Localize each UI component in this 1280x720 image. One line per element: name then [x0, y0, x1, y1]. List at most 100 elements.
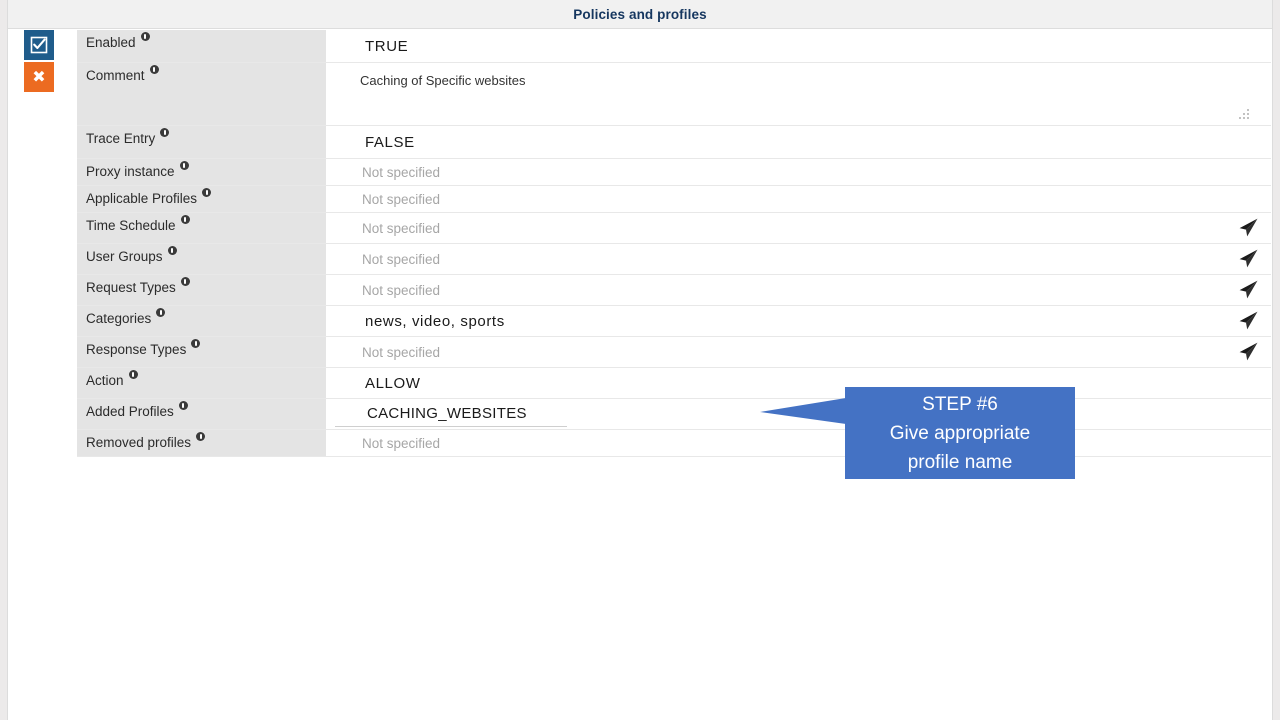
column-gap: [326, 159, 335, 185]
comment-textarea[interactable]: [335, 63, 1271, 125]
field-row-proxy-instance: Proxy instance Not specified: [77, 159, 1271, 186]
info-icon[interactable]: [128, 370, 138, 379]
column-gap: [326, 399, 335, 429]
field-label: User Groups: [86, 249, 163, 264]
send-icon[interactable]: [1237, 341, 1259, 363]
field-value-cell[interactable]: FALSE: [335, 126, 1271, 158]
column-gap: [326, 213, 335, 243]
column-gap: [326, 337, 335, 367]
field-label-cell: Trace Entry: [77, 126, 326, 158]
column-gap: [326, 63, 335, 125]
info-icon[interactable]: [196, 432, 206, 441]
field-value-request-types: Not specified: [362, 282, 441, 298]
field-label: Applicable Profiles: [86, 191, 198, 206]
info-icon[interactable]: [160, 128, 170, 137]
enable-policy-button[interactable]: [24, 30, 54, 60]
info-icon[interactable]: [191, 339, 201, 348]
info-icon[interactable]: [180, 215, 190, 224]
column-gap: [326, 275, 335, 305]
column-gap: [326, 126, 335, 158]
delete-policy-button[interactable]: ✖: [24, 62, 54, 92]
column-gap: [326, 368, 335, 398]
send-icon[interactable]: [1237, 248, 1259, 270]
page-title: Policies and profiles: [573, 6, 707, 22]
field-row-action: Action ALLOW: [77, 368, 1271, 399]
send-icon[interactable]: [1237, 217, 1259, 239]
policy-field-rows: Enabled TRUE Comment Caching of Specific…: [77, 30, 1271, 457]
info-icon[interactable]: [179, 161, 189, 170]
callout-line-2: Give appropriate: [889, 422, 1031, 444]
field-label: Added Profiles: [86, 404, 174, 419]
field-value-cell[interactable]: Not specified: [335, 430, 1271, 456]
column-gap: [326, 186, 335, 212]
column-gap: [326, 430, 335, 456]
field-value-cell[interactable]: Not specified: [335, 159, 1271, 185]
callout-line-3: profile name: [907, 451, 1013, 473]
column-gap: [326, 244, 335, 274]
window-right-edge: [1272, 0, 1280, 720]
field-value-cell[interactable]: Not specified: [335, 186, 1271, 212]
checkbox-checked-icon: [30, 36, 48, 54]
info-icon[interactable]: [202, 188, 212, 197]
field-label-cell: User Groups: [77, 244, 326, 274]
field-row-comment: Comment: [77, 63, 1271, 126]
field-label: Time Schedule: [86, 218, 176, 233]
field-value-categories: news, video, sports: [365, 312, 505, 330]
field-value-cell[interactable]: Not specified: [335, 244, 1271, 274]
field-value-response-types: Not specified: [362, 344, 441, 360]
field-value-proxy-instance: Not specified: [362, 164, 441, 180]
field-value-action: ALLOW: [365, 374, 421, 392]
field-label-cell: Removed profiles: [77, 430, 326, 456]
policy-form: ✖ Enabled TRUE Comment Caching of Specif…: [9, 30, 1271, 720]
field-row-user-groups: User Groups Not specified: [77, 244, 1271, 275]
info-icon[interactable]: [140, 32, 150, 41]
field-row-trace-entry: Trace Entry FALSE: [77, 126, 1271, 159]
field-label-cell: Applicable Profiles: [77, 186, 326, 212]
info-icon[interactable]: [180, 277, 190, 286]
column-gap: [326, 30, 335, 62]
field-label: Request Types: [86, 280, 176, 295]
field-label: Enabled: [86, 35, 136, 50]
field-row-applicable-profiles: Applicable Profiles Not specified: [77, 186, 1271, 213]
send-icon[interactable]: [1237, 279, 1259, 301]
field-label: Trace Entry: [86, 131, 156, 146]
field-label: Removed profiles: [86, 435, 192, 450]
send-icon[interactable]: [1237, 310, 1259, 332]
added-profiles-input[interactable]: [335, 401, 567, 427]
field-value-trace-entry: FALSE: [365, 133, 415, 151]
field-label: Action: [86, 373, 124, 388]
field-label-cell: Response Types: [77, 337, 326, 367]
window-titlebar: Policies and profiles: [8, 0, 1272, 29]
info-icon[interactable]: [167, 246, 177, 255]
field-row-time-schedule: Time Schedule Not specified: [77, 213, 1271, 244]
field-label-cell: Time Schedule: [77, 213, 326, 243]
field-label-cell: Comment: [77, 63, 326, 125]
field-row-enabled: Enabled TRUE: [77, 30, 1271, 63]
field-label: Proxy instance: [86, 164, 175, 179]
field-label-cell: Added Profiles: [77, 399, 326, 429]
field-value-cell[interactable]: TRUE: [335, 30, 1271, 62]
field-value-enabled: TRUE: [365, 37, 409, 55]
close-x-icon: ✖: [32, 67, 46, 86]
action-icon-rail: ✖: [24, 30, 68, 94]
field-value-applicable-profiles: Not specified: [362, 191, 441, 207]
field-row-request-types: Request Types Not specified: [77, 275, 1271, 306]
field-label: Response Types: [86, 342, 187, 357]
field-value-cell[interactable]: [335, 63, 1271, 125]
field-value-cell[interactable]: news, video, sports: [335, 306, 1271, 336]
field-value-user-groups: Not specified: [362, 251, 441, 267]
window-left-edge: [0, 0, 8, 720]
info-icon[interactable]: [156, 308, 166, 317]
field-value-cell[interactable]: Not specified: [335, 213, 1271, 243]
field-value-cell[interactable]: Not specified: [335, 337, 1271, 367]
field-label-cell: Request Types: [77, 275, 326, 305]
column-gap: [326, 306, 335, 336]
step-callout: STEP #6 Give appropriate profile name: [845, 387, 1075, 479]
policies-and-profiles-screen: Policies and profiles ✖ Enabled TRUE Com…: [0, 0, 1280, 720]
field-label-cell: Enabled: [77, 30, 326, 62]
info-icon[interactable]: [178, 401, 188, 410]
field-value-cell[interactable]: ALLOW: [335, 368, 1271, 398]
field-value-cell[interactable]: Not specified: [335, 275, 1271, 305]
info-icon[interactable]: [149, 65, 159, 74]
field-value-removed-profiles: Not specified: [362, 435, 441, 451]
